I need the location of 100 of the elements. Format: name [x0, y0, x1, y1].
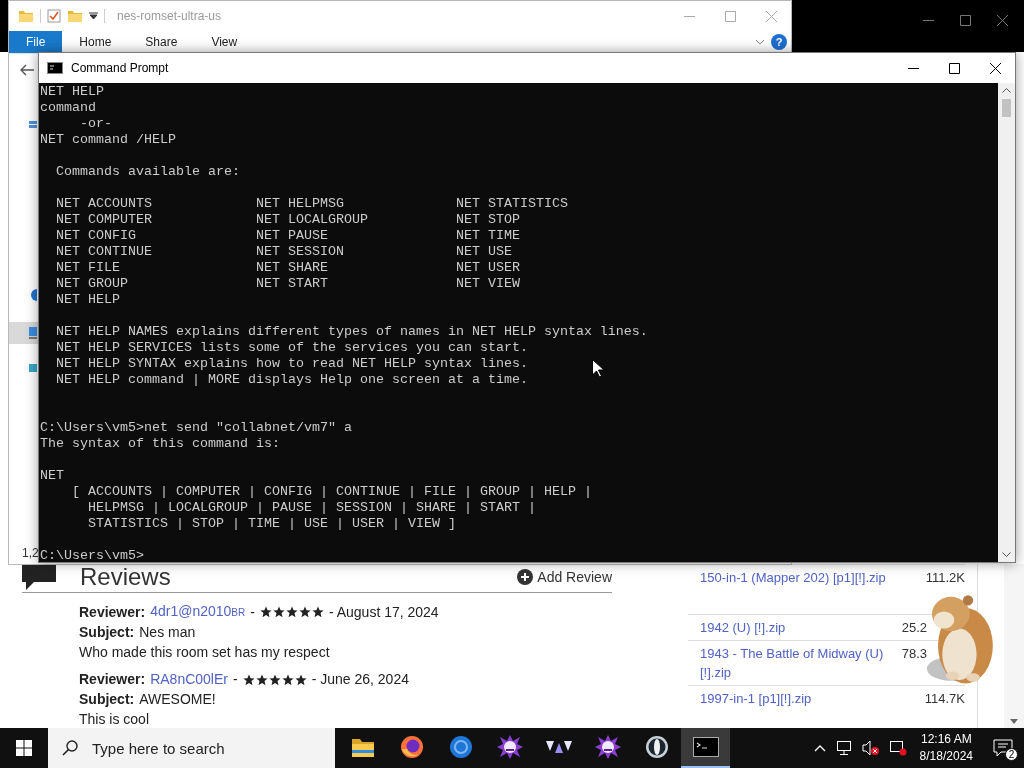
console-icon [692, 737, 719, 757]
scroll-down-icon[interactable] [1002, 552, 1011, 558]
dropdown-icon[interactable] [89, 12, 98, 20]
ribbon-tab[interactable]: Home [62, 31, 129, 53]
console-line: NET HELP command | MORE displays Help one screen at a time. [55, 372, 528, 388]
window-title: Command Prompt [71, 61, 170, 75]
console-line: STATISTICS | STOP | TIME | USE | USER | VIEW ] [87, 516, 456, 532]
console-line: NET COMPUTER NET LOCALGROUP NET STOP [55, 212, 520, 228]
speech-bubble-icon [22, 564, 56, 590]
console-line: C:\Users\vm5> [40, 548, 144, 562]
review-date: - June 26, 2024 [311, 671, 409, 688]
file-size: 114.7K [924, 690, 965, 708]
properties-icon[interactable] [47, 9, 61, 23]
mouse-cursor-icon [592, 359, 604, 378]
console-line: -or- [79, 116, 112, 132]
star-icon [268, 673, 281, 686]
ribbon-tab[interactable]: File [9, 31, 63, 53]
folder-icon [67, 8, 83, 24]
star-icon [272, 606, 285, 618]
ribbon-tab[interactable]: View [194, 31, 255, 53]
window-title: nes-romset-ultra-us [117, 9, 223, 23]
maximize-icon[interactable] [949, 62, 960, 74]
triangles-icon [545, 739, 572, 755]
spiky-creature-icon [594, 735, 621, 759]
file-link[interactable]: 150-in-1 (Mapper 202) [p1][!].zip [700, 568, 886, 611]
review-subject: AWESOME! [139, 691, 216, 708]
ribbon-tab[interactable]: Share [128, 31, 195, 53]
search-field[interactable]: Type here to search [48, 728, 335, 768]
clock[interactable]: 12:16 AM 8/18/2024 [919, 731, 973, 765]
pc-icon[interactable] [29, 327, 37, 339]
folder-icon [18, 8, 34, 24]
star-icon [311, 606, 324, 618]
console-line: command [40, 100, 96, 116]
clock-date: 8/18/2024 [919, 748, 973, 765]
taskbar-app[interactable] [681, 728, 730, 768]
console-line: NET HELP SYNTAX explains how to read NET HELP syntax lines. [55, 356, 528, 372]
star-icon [285, 606, 298, 618]
muted-speaker-icon[interactable] [861, 740, 880, 756]
console-line: NET GROUP NET START NET VIEW [55, 276, 520, 292]
scroll-thumb[interactable] [1002, 99, 1011, 117]
console-line: Commands available are: [55, 164, 240, 180]
reviewer-link[interactable]: 4dr1@n2010BR [150, 603, 246, 621]
notification-icon[interactable] [993, 739, 1013, 757]
file-size: 111.2K [925, 569, 965, 587]
help-button[interactable]: ? [771, 34, 787, 50]
spiky-creature-icon [496, 735, 523, 759]
field-label: Subject: [79, 691, 135, 708]
clock-time: 12:16 AM [920, 731, 972, 748]
plus-circle-icon [517, 569, 534, 585]
star-icon [281, 673, 294, 686]
windows-logo-icon [16, 740, 32, 756]
review-subject: Nes man [139, 624, 196, 641]
folder-icon [350, 736, 375, 758]
reviewer-link[interactable]: RA8nC00lEr [150, 671, 228, 688]
chevron-up-icon[interactable] [813, 744, 826, 752]
file-link[interactable]: 1943 - The Battle of Midway (U) [!].zip [700, 644, 894, 682]
console-line: C:\Users\vm5>net send "collabnet/vm7" a [40, 420, 352, 436]
fox-globe-icon [399, 735, 424, 759]
add-review-button[interactable]: Add Review [517, 569, 612, 585]
file-link[interactable]: 1942 (U) [!].zip [700, 618, 786, 637]
separator-text: - [250, 603, 255, 621]
console-line: NET ACCOUNTS NET HELPMSG NET STATISTICS [55, 196, 568, 212]
console-line: HELPMSG | LOCALGROUP | PAUSE | SESSION | SHARE | START | [87, 500, 536, 516]
star-icon [242, 673, 255, 686]
field-label: Reviewer: [79, 603, 146, 621]
console-line: NET HELP SERVICES lists some of the services you can start. [55, 340, 528, 356]
console-line: NET command /HELP [40, 132, 176, 148]
star-icon [298, 606, 311, 618]
monitor-alert-icon[interactable] [888, 740, 907, 756]
console-line: NET HELP [55, 292, 120, 308]
star-icon [255, 673, 268, 686]
scroll-down-icon[interactable] [1010, 719, 1018, 724]
notification-badge: 2 [1005, 748, 1018, 761]
console-line: NET HELP NAMES explains different types of names in NET HELP syntax lines. [55, 324, 648, 340]
field-label: Reviewer: [79, 671, 146, 688]
separator-text: - [233, 671, 238, 688]
review-text: This is cool [79, 711, 150, 728]
console-line: NET FILE NET SHARE NET USER [55, 260, 520, 276]
file-size: 25.2 [901, 619, 927, 637]
ring-icon [448, 735, 473, 759]
star-icon [259, 606, 272, 618]
field-label: Subject: [79, 624, 135, 641]
console-line: NET [40, 468, 64, 484]
console-line: The syntax of this command is: [40, 436, 280, 452]
console-icon [47, 62, 63, 74]
dark-globe-icon [644, 735, 669, 759]
console-line: NET HELP [40, 84, 104, 100]
star-icon [294, 673, 307, 686]
section-title: Reviews [80, 565, 172, 589]
status-text: 1,2 [21, 546, 39, 562]
console-line: [ ACCOUNTS | COMPUTER | CONFIG | CONTINUE | FILE | GROUP | HELP | [71, 484, 592, 500]
review-text: Who made this room set has my respect [79, 644, 330, 661]
console-line: NET CONTINUE NET SESSION NET USE [55, 244, 512, 260]
nav-item-icon[interactable] [29, 121, 37, 129]
review-date: - August 17, 2024 [328, 603, 439, 621]
back-arrow-icon[interactable] [20, 64, 34, 76]
file-link[interactable]: 1997-in-1 [p1][!].zip [700, 689, 812, 708]
file-size: 78.3 [901, 645, 927, 663]
close-icon[interactable] [990, 62, 1001, 74]
scroll-up-icon[interactable] [1002, 87, 1011, 93]
